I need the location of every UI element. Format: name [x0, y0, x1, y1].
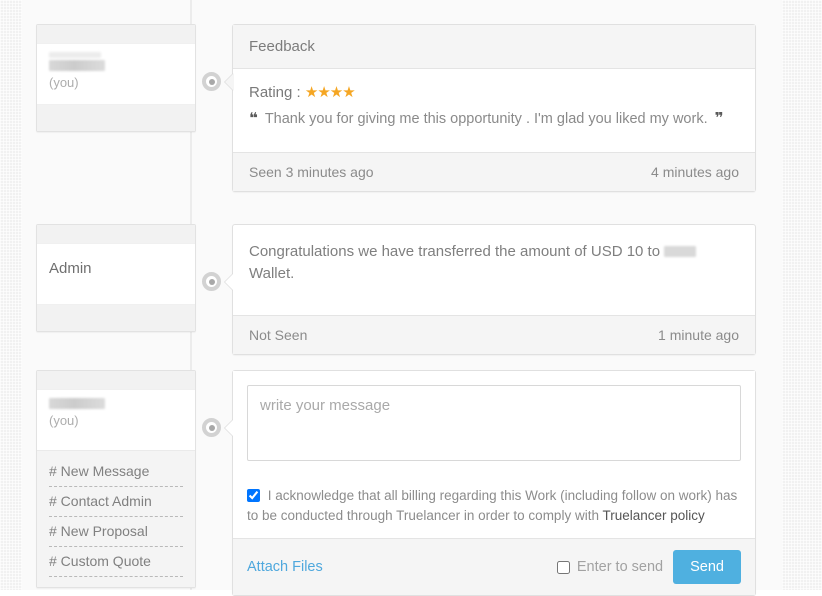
author-card: Admin [36, 224, 196, 332]
rating-line: Rating : ★★★★ [249, 83, 739, 103]
page-left-texture-strip [0, 0, 22, 590]
conversation-content: (you) Feedback Rating : ★★★★ ❝ Thank you… [22, 0, 782, 596]
author-card-top-strip [37, 225, 195, 244]
admin-message-text-part2: Wallet. [249, 265, 295, 282]
attach-files-button[interactable]: Attach Files [247, 559, 323, 575]
author-name-redacted [49, 60, 105, 71]
quote-open-icon: ❝ [249, 109, 258, 127]
composer-row: (you) # New Message # Contact Admin # Ne… [22, 370, 782, 596]
admin-message-text: Congratulations we have transferred the … [233, 225, 755, 315]
feedback-body: Rating : ★★★★ ❝ Thank you for giving me t… [233, 69, 755, 152]
timeline-knob-icon [202, 72, 221, 91]
author-card-body: (you) [37, 44, 195, 104]
author-name-redacted [49, 398, 105, 409]
enter-to-send-toggle[interactable]: Enter to send [556, 559, 664, 575]
composer-footer-right: Enter to send Send [556, 550, 741, 584]
timeline-knob-icon [202, 418, 221, 437]
admin-message-footer: Not Seen 1 minute ago [233, 315, 755, 354]
admin-message-bubble: Congratulations we have transferred the … [224, 224, 756, 355]
page-right-texture-strip [782, 0, 822, 590]
acknowledgement-row: I acknowledge that all billing regarding… [233, 472, 755, 538]
author-you-label: (you) [49, 75, 79, 90]
author-card-top-strip [37, 371, 195, 390]
wallet-name-redacted [664, 246, 697, 257]
author-card-bottom-strip [37, 104, 195, 131]
action-new-message[interactable]: # New Message [49, 457, 183, 487]
feedback-quote: ❝ Thank you for giving me this opportunit… [249, 108, 739, 130]
feedback-quote-text: Thank you for giving me this opportunity… [264, 111, 708, 127]
message-composer: I acknowledge that all billing regarding… [224, 370, 756, 596]
feedback-footer: Seen 3 minutes ago 4 minutes ago [233, 152, 755, 191]
author-card-body: (you) [37, 390, 195, 450]
send-button[interactable]: Send [673, 550, 741, 584]
seen-status: Seen 3 minutes ago [249, 164, 374, 180]
admin-message-text-part1: Congratulations we have transferred the … [249, 243, 661, 260]
author-name-redacted-upper [49, 52, 101, 58]
composer-footer: Attach Files Enter to send Send [233, 538, 755, 595]
author-card: (you) [36, 24, 196, 132]
timeline-knob-column [196, 24, 232, 192]
truelancer-policy-link[interactable]: Truelancer policy [602, 508, 704, 523]
message-timestamp: 4 minutes ago [651, 164, 739, 180]
composer-column: I acknowledge that all billing regarding… [224, 370, 756, 596]
rating-label: Rating : [249, 84, 301, 101]
timeline-knob-column [196, 370, 232, 596]
quick-action-list: # New Message # Contact Admin # New Prop… [37, 450, 195, 587]
seen-status: Not Seen [249, 327, 308, 343]
composer-author-column: (you) # New Message # Contact Admin # Ne… [36, 370, 196, 588]
message-bubble-column: Feedback Rating : ★★★★ ❝ Thank you for gi… [224, 24, 756, 192]
acknowledge-checkbox[interactable] [247, 489, 260, 502]
thread-row: (you) Feedback Rating : ★★★★ ❝ Thank you… [22, 24, 782, 192]
action-new-proposal[interactable]: # New Proposal [49, 517, 183, 547]
author-name: Admin [49, 260, 92, 277]
message-author-column: Admin [36, 224, 196, 332]
action-contact-admin[interactable]: # Contact Admin [49, 487, 183, 517]
enter-to-send-checkbox[interactable] [556, 560, 570, 574]
message-timestamp: 1 minute ago [658, 327, 739, 343]
enter-to-send-label: Enter to send [576, 559, 664, 575]
author-you-label: (you) [49, 413, 79, 428]
message-author-column: (you) [36, 24, 196, 132]
author-card-body: Admin [37, 244, 195, 304]
author-card-bottom-strip [37, 304, 195, 331]
feedback-message-bubble: Feedback Rating : ★★★★ ❝ Thank you for gi… [224, 24, 756, 192]
timeline-knob-icon [202, 272, 221, 291]
rating-stars: ★★★★ [304, 84, 356, 101]
composer-input-area [233, 371, 755, 472]
feedback-header: Feedback [233, 25, 755, 69]
message-bubble-column: Congratulations we have transferred the … [224, 224, 756, 355]
quote-close-icon: ❞ [714, 109, 724, 127]
composer-author-card: (you) # New Message # Contact Admin # Ne… [36, 370, 196, 588]
message-input[interactable] [247, 385, 741, 461]
action-custom-quote[interactable]: # Custom Quote [49, 547, 183, 577]
author-card-top-strip [37, 25, 195, 44]
conversation-page: (you) Feedback Rating : ★★★★ ❝ Thank you… [0, 0, 822, 596]
thread-row: Admin Congratulations we have transferre… [22, 224, 782, 355]
